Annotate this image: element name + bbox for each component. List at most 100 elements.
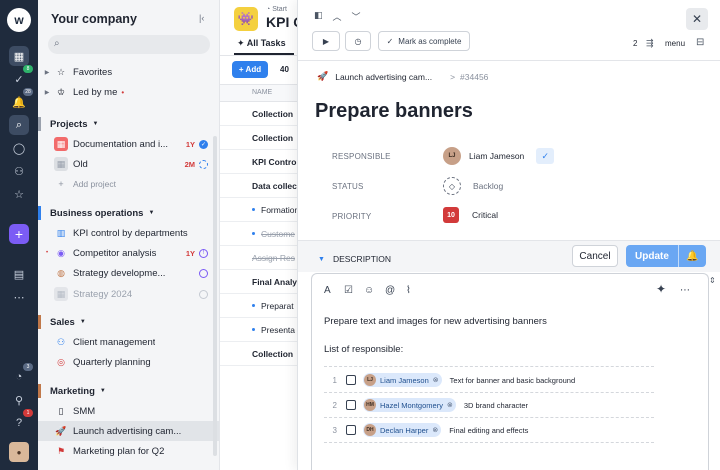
section-business-operations[interactable]: Business operations ▼: [38, 205, 219, 221]
more-icon[interactable]: ⋯: [9, 287, 29, 307]
star-icon[interactable]: ☆: [9, 184, 29, 204]
sidebar-scrollbar[interactable]: [213, 136, 217, 456]
notify-bell-icon[interactable]: 🔔: [678, 245, 706, 267]
phone-icon: ▯: [58, 405, 64, 416]
start-timer-button[interactable]: ▶: [312, 31, 340, 51]
more-icon[interactable]: ⋯: [680, 285, 690, 296]
sidebar-item-launch-advertising[interactable]: 🚀 Launch advertising cam...: [38, 421, 219, 441]
mention-chip[interactable]: HM Hazel Montgomery ⊗: [363, 398, 456, 412]
table-row[interactable]: Presenta: [220, 318, 298, 342]
cancel-button[interactable]: Cancel: [572, 245, 618, 267]
subtasks-icon[interactable]: ⇶: [646, 38, 654, 49]
resize-handle-icon[interactable]: ⇕: [709, 276, 716, 285]
sidebar-item-favorites[interactable]: ▶ ☆ Favorites: [38, 62, 219, 82]
sidebar-item-strategy-2024[interactable]: ▦ Strategy 2024: [38, 284, 219, 304]
table-header: NAME: [220, 84, 298, 102]
mention-chip[interactable]: LJ Liam Jameson ⊗: [363, 373, 442, 387]
tab-all-tasks[interactable]: ✦ All Tasks: [237, 38, 286, 49]
description-editor[interactable]: A ☑ ☺ @ ⌇ ✦ ⋯ Prepare text and images fo…: [311, 273, 709, 470]
remove-mention-icon[interactable]: ⊗: [433, 376, 439, 384]
table-row[interactable]: Assign Res: [220, 246, 298, 270]
create-plus-icon[interactable]: +: [9, 224, 29, 244]
menu-button[interactable]: menu: [665, 39, 685, 48]
panel-layout-icon[interactable]: ◧: [314, 10, 323, 23]
search-icon[interactable]: ⌕: [9, 115, 29, 135]
more-options-icon[interactable]: ⊟: [696, 37, 704, 48]
checkbox[interactable]: [346, 400, 356, 410]
timer-icon[interactable]: ◔ 3: [9, 363, 33, 387]
table-row[interactable]: Collection: [220, 342, 298, 366]
collapse-sidebar-icon[interactable]: |‹: [199, 13, 204, 23]
add-project-button[interactable]: + Add project: [38, 174, 219, 194]
section-projects[interactable]: Projects ▼: [38, 116, 219, 132]
sidebar-item-documentation[interactable]: ▦ Documentation and i... 1Y ✓: [38, 134, 219, 154]
remove-mention-icon[interactable]: ⊗: [432, 426, 438, 434]
section-color-bar: [38, 315, 41, 329]
close-panel-button[interactable]: ✕: [686, 8, 708, 30]
mention-icon[interactable]: @: [385, 285, 395, 296]
help-icon[interactable]: ? 1: [9, 409, 33, 433]
confirm-check-icon[interactable]: ✓: [536, 148, 555, 164]
task-title[interactable]: Prepare banners: [315, 100, 473, 123]
sidebar-item-marketing-plan[interactable]: ⚑ Marketing plan for Q2: [38, 441, 219, 461]
remove-mention-icon[interactable]: ⊗: [447, 401, 453, 409]
section-sales[interactable]: Sales ▼: [38, 314, 219, 330]
add-task-button[interactable]: + Add: [232, 61, 268, 78]
chevron-down-icon[interactable]: ﹀: [352, 10, 361, 23]
table-row[interactable]: Formation: [220, 198, 298, 222]
age-tag: 1Y: [185, 139, 195, 149]
text-format-icon[interactable]: A: [324, 285, 331, 296]
priority-field[interactable]: 10 Critical: [443, 207, 498, 223]
add-project-label: Add project: [73, 179, 116, 189]
sidebar-item-led-by-me[interactable]: ▶ ♔ Led by me •: [38, 82, 219, 102]
mention-chip[interactable]: DH Declan Harper ⊗: [363, 423, 442, 437]
table-row[interactable]: Preparat: [220, 294, 298, 318]
description-line: Prepare text and images for new advertis…: [324, 316, 547, 327]
table-row[interactable]: KPI Contro: [220, 150, 298, 174]
schedule-button[interactable]: ◷: [345, 31, 371, 51]
people-icon[interactable]: ⚇: [9, 161, 29, 181]
sidebar-item-strategy-development[interactable]: ◍ Strategy developme...: [38, 263, 219, 283]
attach-icon[interactable]: ⌇: [406, 285, 411, 296]
section-marketing[interactable]: Marketing ▼: [38, 383, 219, 399]
checkbox[interactable]: [346, 425, 356, 435]
add-user-icon[interactable]: ⚲: [9, 390, 29, 410]
status-field[interactable]: ◇ Backlog: [443, 177, 503, 195]
table-row[interactable]: Collection: [220, 126, 298, 150]
table-row[interactable]: Data collec: [220, 174, 298, 198]
sidebar-item-client-management[interactable]: ⚇ Client management: [38, 332, 219, 352]
description-toggle[interactable]: ▼ DESCRIPTION: [318, 254, 391, 264]
item-number: 1: [332, 375, 337, 385]
user-avatar[interactable]: ●: [9, 442, 29, 462]
mention-name: Declan Harper: [380, 425, 429, 435]
app-logo[interactable]: w: [7, 8, 31, 32]
star-icon: ☆: [56, 66, 66, 77]
breadcrumb-parent-link[interactable]: Launch advertising cam...: [335, 72, 432, 82]
unread-dot-icon: •: [121, 87, 125, 97]
mark-complete-button[interactable]: ✓ Mark as complete: [378, 31, 470, 51]
ai-sparkle-icon[interactable]: ✦: [656, 282, 666, 296]
responsible-field[interactable]: LJ Liam Jameson ✓: [443, 147, 555, 165]
checklist-item: 3 DH Declan Harper ⊗ Final editing and effec…: [312, 421, 710, 439]
task-name: Collection: [252, 132, 294, 143]
chevron-up-icon[interactable]: ︿: [333, 10, 342, 23]
sidebar-item-competitor-analysis[interactable]: • ◉ Competitor analysis 1Y !: [38, 243, 219, 263]
sidebar-search-input[interactable]: ⌕: [48, 35, 210, 54]
inbox-icon[interactable]: ✓ 8: [9, 65, 33, 89]
notifications-icon[interactable]: 🔔 28: [9, 88, 33, 112]
update-button[interactable]: Update 🔔: [626, 245, 706, 267]
table-row[interactable]: Final Analy: [220, 270, 298, 294]
sidebar-item-smm[interactable]: ▯ SMM: [38, 401, 219, 421]
section-color-bar: [38, 384, 41, 398]
sidebar-item-old[interactable]: ▦ Old 2M: [38, 154, 219, 174]
apps-grid-icon[interactable]: ▦: [9, 46, 29, 66]
table-icon[interactable]: ▤: [9, 264, 29, 284]
table-row[interactable]: Custome: [220, 222, 298, 246]
sidebar-item-kpi-control[interactable]: ▥ KPI control by departments: [38, 223, 219, 243]
chat-icon[interactable]: ◯: [9, 138, 29, 158]
table-row[interactable]: Collection: [220, 102, 298, 126]
checkbox[interactable]: [346, 375, 356, 385]
checklist-icon[interactable]: ☑: [344, 285, 353, 296]
emoji-icon[interactable]: ☺: [364, 285, 374, 296]
sidebar-item-quarterly-planning[interactable]: ◎ Quarterly planning: [38, 352, 219, 372]
